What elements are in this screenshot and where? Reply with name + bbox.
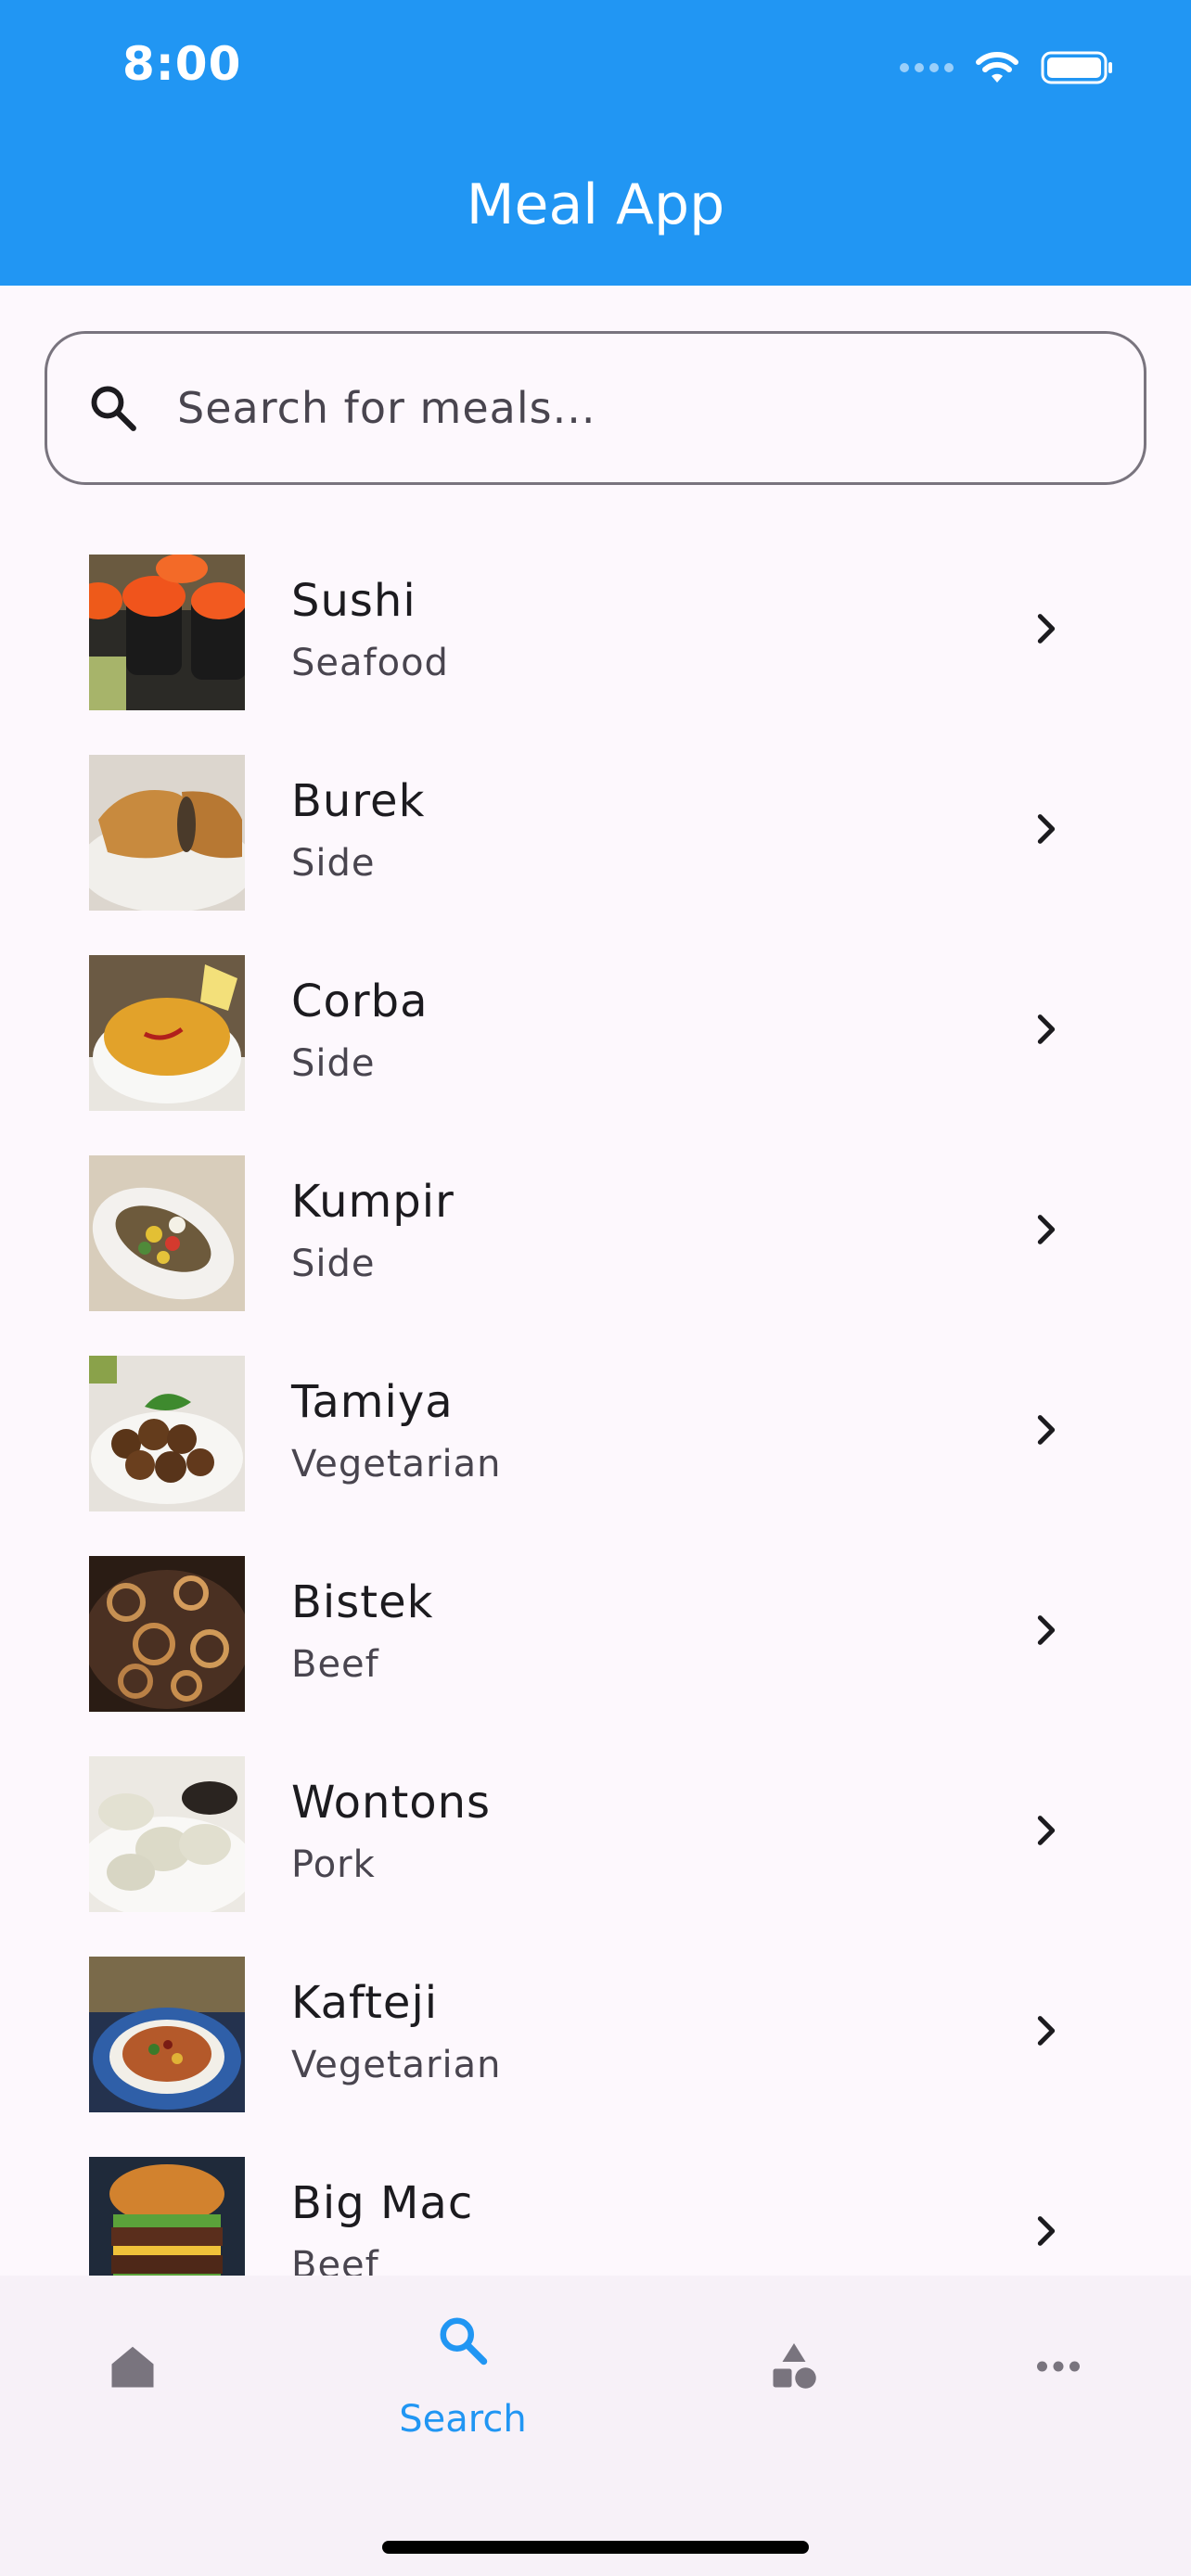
more-icon — [1037, 2361, 1080, 2372]
chevron-right-icon — [1037, 614, 1056, 644]
bottom-navigation-bar: Search — [0, 2276, 1191, 2576]
nav-item-search[interactable]: Search — [361, 2313, 565, 2480]
search-field[interactable] — [45, 331, 1146, 485]
meal-thumbnail — [89, 955, 245, 1111]
home-indicator[interactable] — [382, 2541, 809, 2554]
meal-name: Wontons — [291, 1777, 492, 1829]
cellular-signal-icon — [900, 63, 954, 72]
chevron-right-icon — [1037, 1816, 1056, 1845]
wifi-icon — [976, 52, 1018, 83]
meal-name: Bistek — [291, 1576, 434, 1628]
status-time: 8:00 — [122, 37, 242, 91]
chevron-right-icon — [1037, 1215, 1056, 1244]
meal-thumbnail — [89, 1756, 245, 1912]
status-icons — [900, 45, 1115, 91]
meal-thumbnail — [89, 1957, 245, 2112]
chevron-right-icon — [1037, 2016, 1056, 2046]
meal-name: Kafteji — [291, 1977, 439, 2029]
meal-thumbnail — [89, 1155, 245, 1311]
meal-list: Sushi Seafood Burek Side Corba Side Kump… — [0, 527, 1191, 2276]
meal-thumbnail — [89, 755, 245, 911]
meal-list-item[interactable]: Kafteji Vegetarian — [0, 1929, 1191, 2129]
meal-name: Sushi — [291, 575, 416, 627]
meal-name: Tamiya — [291, 1376, 454, 1428]
meal-list-item[interactable]: Bistek Beef — [0, 1528, 1191, 1728]
chevron-right-icon — [1037, 1415, 1056, 1445]
app-bar: 8:00 Meal App — [0, 0, 1191, 286]
app-title: Meal App — [466, 172, 725, 237]
meal-category: Side — [291, 1243, 376, 1285]
meal-list-item[interactable]: Sushi Seafood — [0, 527, 1191, 727]
chevron-right-icon — [1037, 1014, 1056, 1044]
meal-category: Side — [291, 842, 376, 885]
nav-item-more[interactable] — [956, 2313, 1160, 2480]
meal-list-item[interactable]: Kumpir Side — [0, 1128, 1191, 1328]
meal-category: Vegetarian — [291, 1443, 502, 1486]
search-input[interactable] — [177, 383, 1012, 433]
meal-category: Pork — [291, 1843, 376, 1886]
chevron-right-icon — [1037, 2216, 1056, 2246]
meal-name: Big Mac — [291, 2177, 474, 2229]
meal-category: Seafood — [291, 642, 449, 684]
nav-item-home[interactable] — [31, 2313, 235, 2480]
meal-thumbnail — [89, 2157, 245, 2276]
meal-name: Kumpir — [291, 1176, 455, 1228]
meal-list-item[interactable]: Tamiya Vegetarian — [0, 1328, 1191, 1528]
meal-category: Vegetarian — [291, 2044, 502, 2086]
search-icon — [91, 386, 136, 431]
meal-category: Side — [291, 1042, 376, 1085]
chevron-right-icon — [1037, 814, 1056, 844]
meal-name: Burek — [291, 775, 426, 827]
nav-label-search: Search — [399, 2398, 527, 2441]
meal-name: Corba — [291, 976, 429, 1027]
home-icon — [111, 2346, 154, 2388]
meal-category: Beef — [291, 1643, 379, 1686]
nav-item-categories[interactable] — [692, 2313, 896, 2480]
battery-icon — [1041, 51, 1112, 84]
meal-thumbnail — [89, 555, 245, 710]
meal-list-item[interactable]: Burek Side — [0, 727, 1191, 927]
meal-thumbnail — [89, 1356, 245, 1511]
search-icon — [440, 2317, 488, 2366]
meal-category: Beef — [291, 2244, 379, 2276]
meal-list-item[interactable]: Wontons Pork — [0, 1728, 1191, 1929]
chevron-right-icon — [1037, 1615, 1056, 1645]
meal-list-item[interactable]: Corba Side — [0, 927, 1191, 1128]
meal-thumbnail — [89, 1556, 245, 1712]
categories-icon — [773, 2343, 816, 2389]
meal-list-item[interactable]: Big Mac Beef — [0, 2129, 1191, 2276]
